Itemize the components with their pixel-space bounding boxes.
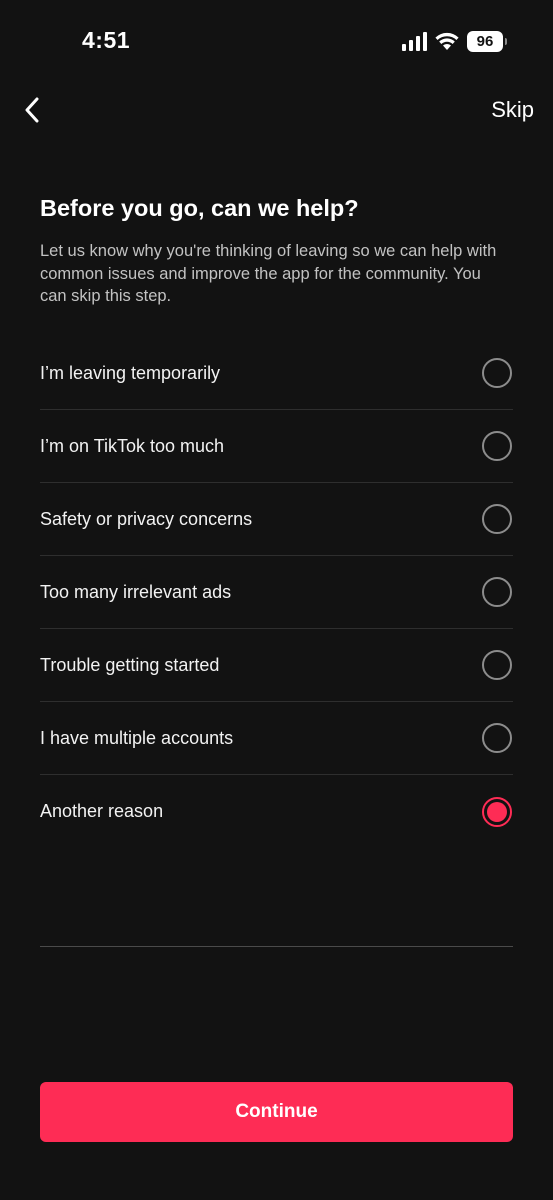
option-another-reason[interactable]: Another reason [40,775,513,848]
option-label: Safety or privacy concerns [40,508,253,529]
status-time: 4:51 [82,27,131,53]
option-label: Trouble getting started [40,654,220,675]
page-description: Let us know why you're thinking of leavi… [40,242,497,305]
option-multiple-accounts[interactable]: I have multiple accounts [40,702,513,775]
radio-dot [487,801,507,822]
radio-button-selected[interactable] [482,796,512,827]
option-label: Too many irrelevant ads [40,581,232,602]
skip-button[interactable]: Skip [491,97,534,123]
status-bar: 4:51 96 [0,0,553,80]
page-title: Before you go, can we help? [40,195,359,221]
option-label: Another reason [40,801,164,821]
option-label: I have multiple accounts [40,727,234,748]
other-reason-text-field[interactable] [40,848,513,947]
radio-button[interactable] [482,723,512,753]
option-too-much[interactable]: I’m on TikTok too much [40,410,513,483]
option-trouble-getting-started[interactable]: Trouble getting started [40,629,513,702]
radio-button[interactable] [482,431,512,461]
back-button[interactable] [16,94,48,126]
reason-options-list: I’m leaving temporarily I’m on TikTok to… [40,337,513,848]
wifi-icon [435,32,459,50]
chevron-left-icon [25,97,39,123]
radio-button[interactable] [482,650,512,680]
continue-button[interactable]: Continue [40,1082,513,1142]
option-safety-privacy[interactable]: Safety or privacy concerns [40,483,513,556]
option-label: I’m on TikTok too much [40,435,225,456]
cellular-signal-icon [402,31,427,51]
radio-button[interactable] [482,577,512,607]
radio-button[interactable] [482,358,512,388]
delete-account-survey-screen: 4:51 96 Skip Before you go, can we help?… [0,0,553,1200]
status-icons: 96 [402,29,507,53]
option-irrelevant-ads[interactable]: Too many irrelevant ads [40,556,513,629]
option-label: I’m leaving temporarily [40,362,221,383]
radio-button[interactable] [482,504,512,534]
option-leaving-temporarily[interactable]: I’m leaving temporarily [40,337,513,410]
battery-icon: 96 [467,30,507,52]
